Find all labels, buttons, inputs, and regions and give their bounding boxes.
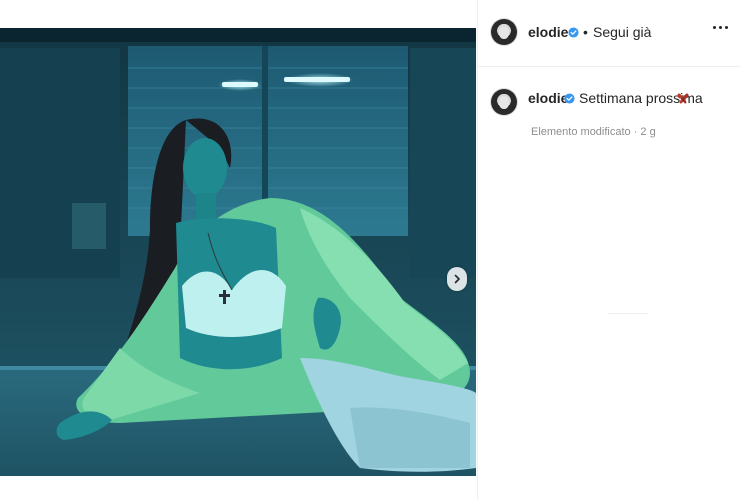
separator-dot: • xyxy=(583,24,588,40)
following-button[interactable]: Segui già xyxy=(593,24,651,40)
post-media[interactable] xyxy=(0,28,476,476)
edited-timestamp: Elemento modificato · 2 g xyxy=(531,126,656,138)
post-header: elodie • Segui già xyxy=(478,0,740,67)
instagram-post: elodie • Segui già elodie Settimana pros… xyxy=(0,0,740,500)
verified-badge-icon xyxy=(568,27,579,38)
post-photo xyxy=(0,28,476,476)
avatar[interactable] xyxy=(491,89,517,115)
chevron-right-icon xyxy=(454,274,460,284)
carousel-next-button[interactable] xyxy=(447,267,467,291)
more-options-icon[interactable] xyxy=(713,26,728,29)
butterfly-emoji-icon xyxy=(677,93,689,104)
verified-badge-icon xyxy=(564,93,575,104)
divider xyxy=(608,313,648,314)
post-details-panel: elodie • Segui già elodie Settimana pros… xyxy=(477,0,740,500)
avatar[interactable] xyxy=(491,19,517,45)
caption-username-link[interactable]: elodie xyxy=(528,90,568,106)
username-link[interactable]: elodie xyxy=(528,24,568,40)
